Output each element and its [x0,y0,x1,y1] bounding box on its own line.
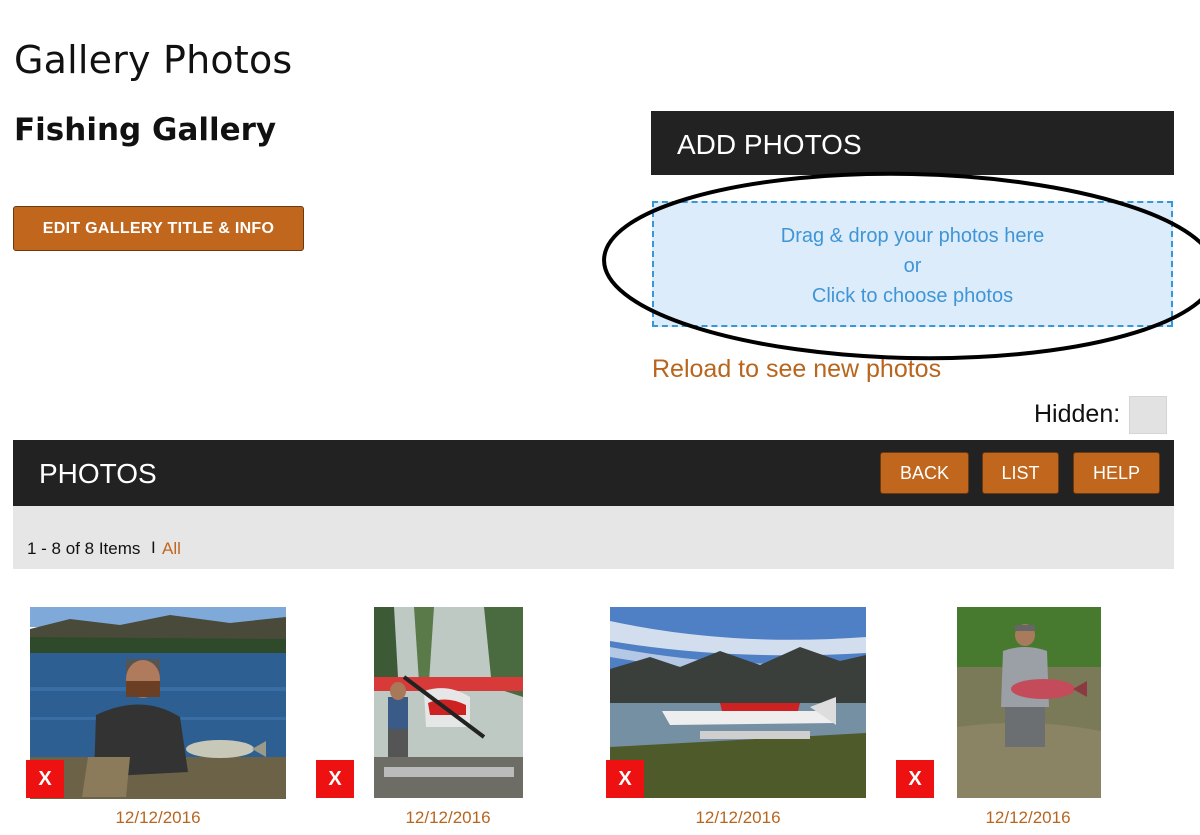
back-button[interactable]: BACK [880,452,969,494]
reload-link[interactable]: Reload to see new photos [652,355,941,384]
dropzone-or-text: or [903,255,922,277]
photos-header: PHOTOS BACK LIST HELP [13,440,1174,506]
gallery-name: Fishing Gallery [14,112,277,148]
photos-title: PHOTOS [39,458,157,489]
dropzone-choose-text: Click to choose photos [811,285,1014,307]
pager-bar: 1 - 8 of 8 Items I All [13,506,1174,569]
photo-date: 12/12/2016 [405,808,491,827]
dropzone-drag-text: Drag & drop your photos here [780,225,1045,247]
delete-photo-button[interactable]: X [316,760,354,798]
hidden-checkbox[interactable] [1129,396,1167,434]
add-photos-title: ADD PHOTOS [677,129,862,160]
photo-image [957,607,1101,798]
delete-photo-button[interactable]: X [606,760,644,798]
photo-thumbnail[interactable] [30,607,286,799]
item-count: 1 - 8 of 8 Items [27,539,141,558]
list-button[interactable]: LIST [982,452,1059,494]
photo-date: 12/12/2016 [695,808,781,827]
page-title: Gallery Photos [14,38,293,82]
pager-separator: I [151,538,156,557]
photo-date: 12/12/2016 [115,808,201,827]
photo-thumbnail[interactable] [374,607,523,798]
delete-photo-button[interactable]: X [26,760,64,798]
help-button[interactable]: HELP [1073,452,1160,494]
photo-image [30,607,286,799]
add-photos-header: ADD PHOTOS [651,111,1174,175]
delete-photo-button[interactable]: X [896,760,934,798]
show-all-link[interactable]: All [162,539,181,559]
photo-image [610,607,866,798]
photo-dropzone[interactable]: Drag & drop your photos here or Click to… [652,201,1173,327]
photo-date: 12/12/2016 [985,808,1071,827]
hidden-label: Hidden: [1034,400,1121,428]
edit-gallery-button[interactable]: EDIT GALLERY TITLE & INFO [13,206,304,251]
photo-thumbnail[interactable] [610,607,866,798]
photo-image [374,607,523,798]
photo-thumbnail[interactable] [957,607,1101,798]
